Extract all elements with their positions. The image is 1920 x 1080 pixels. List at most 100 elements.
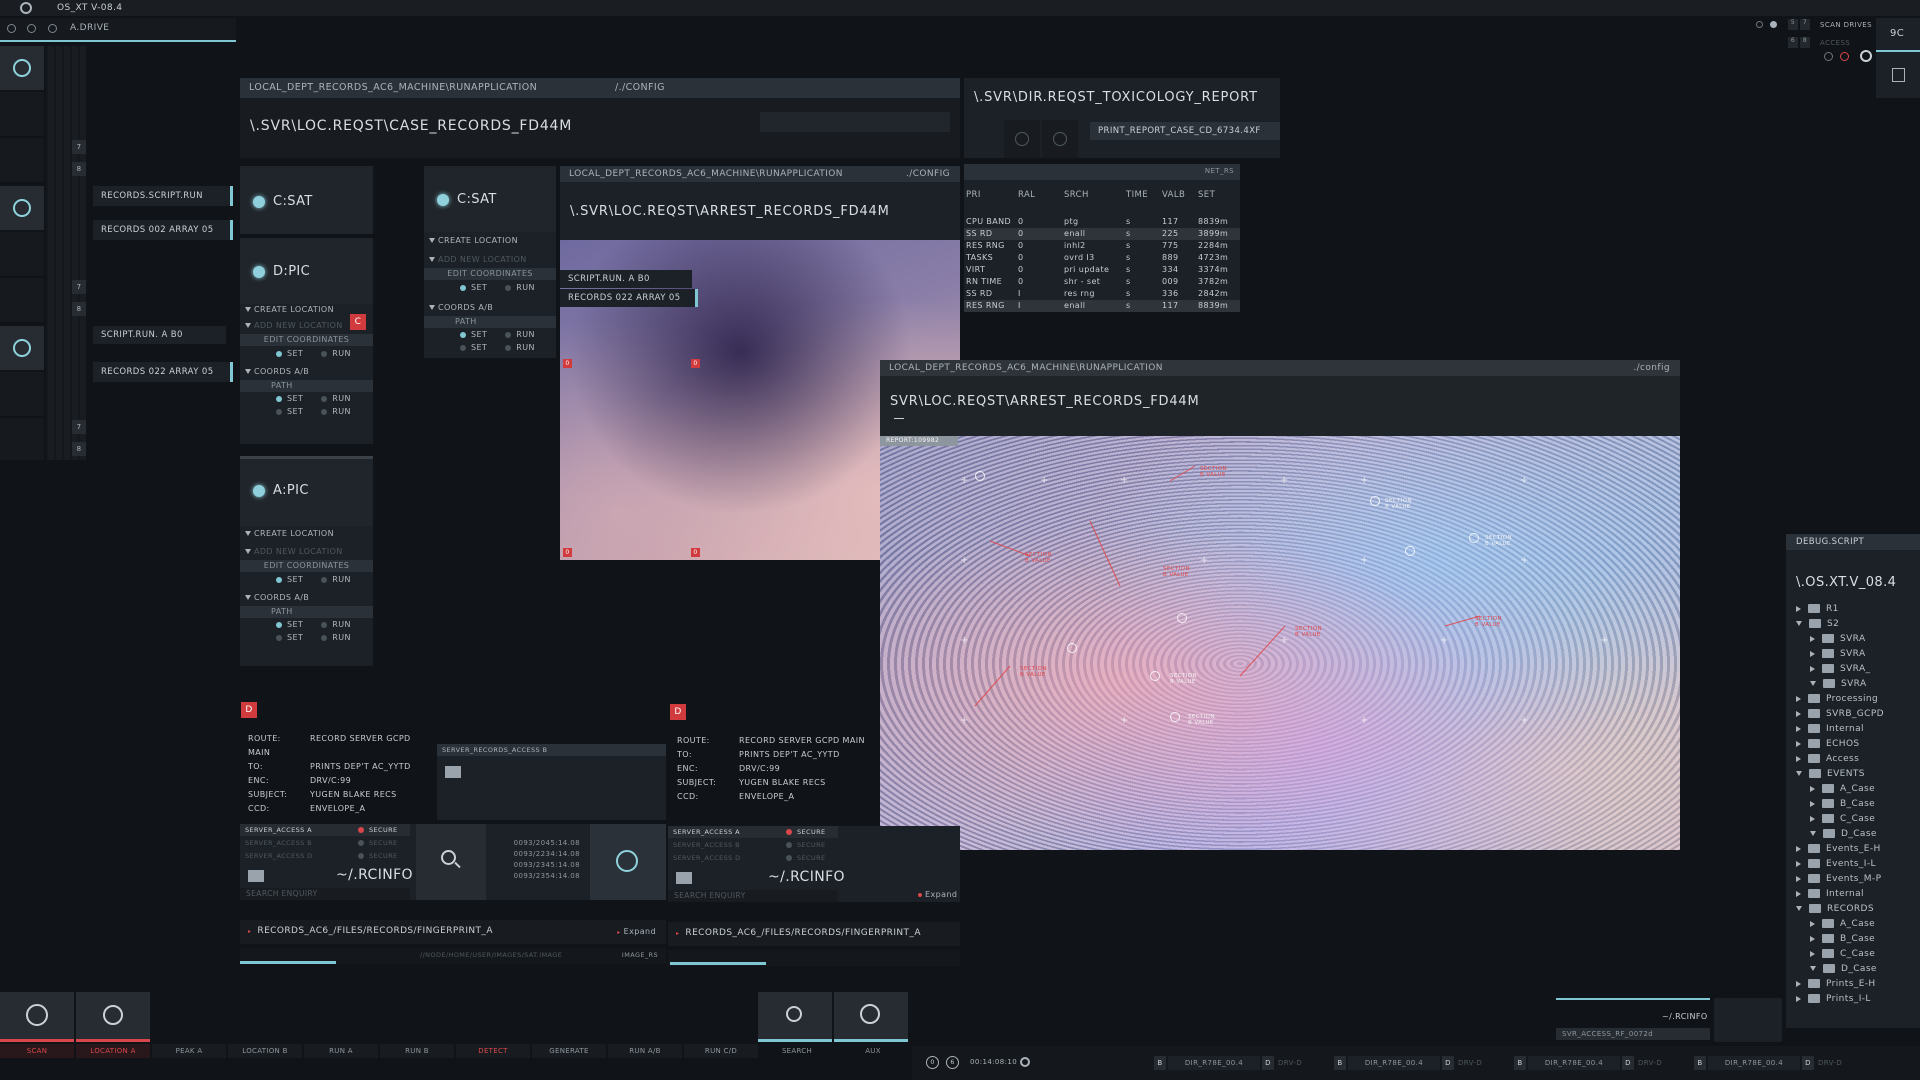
drive-entry[interactable]: B DIR_R78E_00.4 D DRV-D	[1154, 1056, 1332, 1070]
column-header[interactable]: SET	[1198, 188, 1215, 202]
menu-add-location[interactable]: ADD NEW LOCATION	[254, 321, 343, 330]
table-row[interactable]: RES RNG Ienall s 117 8839m	[964, 300, 1240, 312]
drive-bar[interactable]: A.DRIVE	[0, 18, 236, 42]
run-option[interactable]: RUN	[332, 394, 351, 403]
export-icon[interactable]	[1892, 68, 1905, 82]
corner-marker[interactable]: 0	[691, 548, 700, 557]
tree-item[interactable]: Events_M-P	[1796, 872, 1881, 887]
collapsed-arrow-icon[interactable]	[1810, 785, 1815, 792]
tree-item[interactable]: SVRA	[1796, 632, 1866, 647]
table-row[interactable]: RN TIME 0 shr - set s 009 3782m	[964, 276, 1240, 288]
search-enquiry-input[interactable]: SEARCH ENQUIRY	[240, 888, 410, 900]
coords-toggle[interactable]: COORDS A/B	[438, 303, 493, 312]
tree-item[interactable]: Events_E-H	[1796, 842, 1881, 857]
tree-item[interactable]: C_Case	[1796, 812, 1875, 827]
toolbar-tab[interactable]: DETECT	[456, 1044, 530, 1058]
tree-item[interactable]: Access	[1796, 752, 1859, 767]
config-link[interactable]: /./CONFIG	[615, 78, 665, 98]
server-records-access[interactable]: SERVER_RECORDS_ACCESS B	[437, 744, 666, 820]
array-tag[interactable]: RECORDS 022 ARRAY 05	[560, 289, 698, 307]
collapsed-arrow-icon[interactable]	[1810, 920, 1815, 927]
toolbar-tab[interactable]: RUN A/B	[608, 1044, 682, 1058]
set-option[interactable]: SET	[471, 343, 487, 352]
set-option[interactable]: SET	[287, 349, 303, 358]
coords-toggle[interactable]: COORDS A/B	[254, 593, 309, 602]
column-header[interactable]: SRCH	[1064, 188, 1089, 202]
tree-item[interactable]: D_Case	[1796, 962, 1877, 977]
folder-icon[interactable]	[445, 766, 461, 778]
file-path-left[interactable]: ▸ RECORDS_AC6_/FILES/RECORDS/FINGERPRINT_…	[240, 920, 666, 944]
window-header[interactable]: LOCAL_DEPT_RECORDS_AC6_MACHINE\RUNAPPLIC…	[560, 166, 960, 182]
tox-button-1[interactable]	[1004, 120, 1040, 158]
toolbar-tab[interactable]: AUX	[836, 1044, 910, 1058]
collapsed-arrow-icon[interactable]	[1796, 860, 1801, 867]
column-header[interactable]: PRI	[966, 188, 981, 202]
table-row[interactable]: VIRT 0 pri update s 334 3374m	[964, 264, 1240, 276]
gear-icon[interactable]	[1824, 52, 1833, 61]
d-pic-card[interactable]: D:PIC	[240, 238, 373, 306]
c-sat-card[interactable]: C:SAT	[240, 166, 373, 234]
folder-icon[interactable]	[676, 872, 692, 884]
settings-icon[interactable]	[7, 24, 16, 33]
print-report-field[interactable]: PRINT_REPORT_CASE_CD_6734.4XF	[1090, 122, 1280, 140]
toolbar-tab[interactable]: LOCATION B	[228, 1044, 302, 1058]
collapsed-arrow-icon[interactable]	[1796, 710, 1801, 717]
collapsed-arrow-icon[interactable]	[1810, 635, 1815, 642]
disc-icon[interactable]	[48, 24, 57, 33]
run-option[interactable]: RUN	[332, 349, 351, 358]
rcinfo-small[interactable]: ~/.RCINFO SVR_ACCESS_RF_0072d	[1556, 998, 1782, 1042]
record-icon[interactable]	[1770, 21, 1777, 28]
tree-item[interactable]: Events_I-L	[1796, 857, 1876, 872]
search-enquiry-input[interactable]: SEARCH ENQUIRY	[668, 890, 838, 902]
corner-marker[interactable]: 0	[563, 548, 572, 557]
coords-toggle[interactable]: COORDS A/B	[254, 367, 309, 376]
table-row[interactable]: CPU BAND 0 ptg s 117 8839m	[964, 216, 1240, 228]
tree-item[interactable]: R1	[1796, 602, 1839, 617]
tree-item[interactable]: ECHOS	[1796, 737, 1860, 752]
path-bar[interactable]: PATH	[240, 380, 373, 392]
set-option[interactable]: SET	[471, 283, 487, 292]
toolbar-tab[interactable]: GENERATE	[532, 1044, 606, 1058]
set-option[interactable]: SET	[287, 407, 303, 416]
tree-item[interactable]: B_Case	[1796, 797, 1875, 812]
drive-entry[interactable]: B DIR_R78E_00.4 D DRV-D	[1334, 1056, 1512, 1070]
drive-entry[interactable]: B DIR_R78E_00.4 D DRV-D	[1694, 1056, 1872, 1070]
tree-item[interactable]: SVRA_	[1796, 662, 1870, 677]
set-option[interactable]: SET	[287, 620, 303, 629]
toolbar-tab[interactable]: RUN A	[304, 1044, 378, 1058]
collapsed-arrow-icon[interactable]	[1810, 650, 1815, 657]
set-option[interactable]: SET	[471, 330, 487, 339]
run-option[interactable]: RUN	[332, 620, 351, 629]
run-option[interactable]: RUN	[332, 575, 351, 584]
menu-add-location[interactable]: ADD NEW LOCATION	[438, 255, 527, 264]
expanded-arrow-icon[interactable]	[1810, 831, 1816, 836]
set-option[interactable]: SET	[287, 633, 303, 642]
aux-button[interactable]	[834, 992, 908, 1042]
tree-item[interactable]: A_Case	[1796, 782, 1875, 797]
tox-button-2[interactable]	[1042, 120, 1078, 158]
corner-marker[interactable]: 0	[691, 359, 700, 368]
search-button[interactable]	[416, 824, 486, 900]
tree-item[interactable]: EVENTS	[1796, 767, 1865, 782]
d-badge[interactable]: D	[670, 704, 686, 720]
edit-coordinates-bar[interactable]: EDIT COORDINATES	[424, 268, 556, 280]
settings-icon[interactable]	[1020, 1057, 1030, 1067]
tree-item[interactable]: SVRA	[1796, 677, 1867, 692]
collapsed-arrow-icon[interactable]	[1796, 755, 1801, 762]
expanded-arrow-icon[interactable]	[1796, 906, 1802, 911]
tree-item[interactable]: D_Case	[1796, 827, 1877, 842]
collapsed-arrow-icon[interactable]	[1796, 740, 1801, 747]
counter-circle[interactable]: 6	[946, 1056, 959, 1069]
window-header[interactable]: LOCAL_DEPT_RECORDS_AC6_MACHINE\RUNAPPLIC…	[240, 78, 960, 98]
tree-item[interactable]: RECORDS	[1796, 902, 1874, 917]
run-option[interactable]: RUN	[332, 407, 351, 416]
path-bar[interactable]: PATH	[240, 606, 373, 618]
menu-create-location[interactable]: CREATE LOCATION	[254, 305, 334, 314]
menu-add-location[interactable]: ADD NEW LOCATION	[254, 547, 343, 556]
tree-item[interactable]: SVRA	[1796, 647, 1866, 662]
collapsed-arrow-icon[interactable]	[1796, 725, 1801, 732]
tree-item[interactable]: Internal	[1796, 887, 1864, 902]
tree-item[interactable]: Prints_I-L	[1796, 992, 1871, 1007]
edit-coordinates-bar[interactable]: EDIT COORDINATES	[240, 560, 373, 572]
tree-item[interactable]: Prints_E-H	[1796, 977, 1876, 992]
